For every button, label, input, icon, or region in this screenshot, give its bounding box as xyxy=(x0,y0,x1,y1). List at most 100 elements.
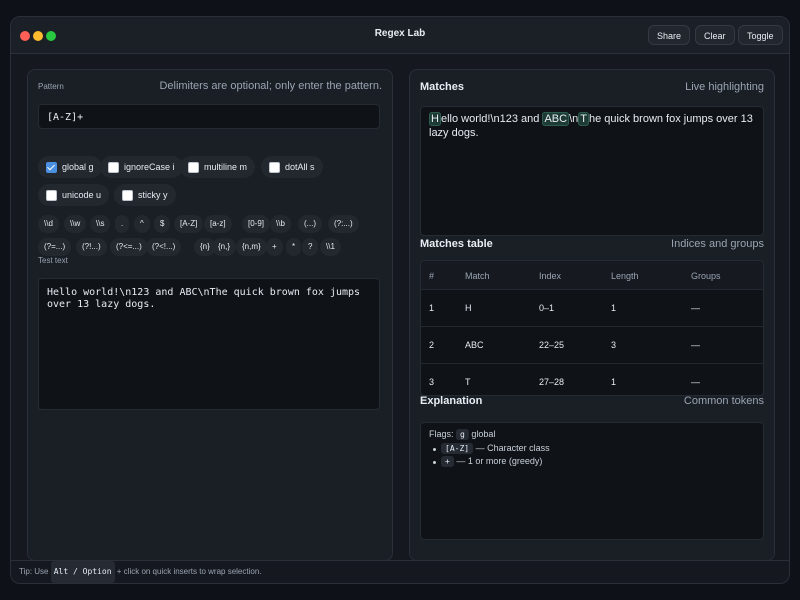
token-code: + xyxy=(441,456,454,467)
table-header-cell: Length xyxy=(611,271,639,281)
matches-table: # Match Index Length Groups 1 H 0–1 1 — 2 ABC 22–25 3… xyxy=(420,260,764,396)
table-cell: 1 xyxy=(611,303,617,313)
token-button[interactable]: (?=...) xyxy=(38,238,72,256)
pattern-label: Pattern xyxy=(38,82,64,91)
pattern-input[interactable]: [A-Z]+ xyxy=(38,104,380,129)
footer-prefix: Tip: Use xyxy=(19,567,49,576)
token-button[interactable]: \\b xyxy=(270,215,291,233)
table-cell: — xyxy=(691,303,700,313)
table-header-cell: Groups xyxy=(691,271,721,281)
token-button[interactable]: (?:...) xyxy=(328,215,359,233)
flag-chip-5[interactable]: sticky y xyxy=(114,184,176,206)
explanation-item: [A-Z] — Character class xyxy=(441,443,550,454)
table-cell: 27–28 xyxy=(539,377,565,387)
token-button[interactable]: (?<!...) xyxy=(146,238,182,256)
toggle-button[interactable]: Toggle xyxy=(738,25,783,45)
token-button[interactable]: (?!...) xyxy=(76,238,107,256)
flag-checkbox[interactable] xyxy=(108,162,119,173)
flag-checkbox[interactable] xyxy=(122,190,133,201)
flag-checkbox[interactable] xyxy=(46,162,57,173)
match-text: ello world!\n123 and xyxy=(440,113,543,125)
table-row: 2 ABC 22–25 3 — xyxy=(421,326,763,363)
token-button[interactable]: ? xyxy=(302,238,319,256)
table-header-cell: Match xyxy=(465,271,490,281)
footer-tip: Tip: Use Alt / Option + click on quick i… xyxy=(11,560,789,583)
table-cell: 0–1 xyxy=(539,303,555,313)
match-highlight: ABC xyxy=(542,112,570,126)
token-button[interactable]: [a-z] xyxy=(204,215,232,233)
token-button[interactable]: {n,} xyxy=(212,238,237,256)
flag-name: global xyxy=(471,429,496,439)
flag-chip-4[interactable]: unicode u xyxy=(38,184,110,206)
flag-chip-0[interactable]: global g xyxy=(38,156,102,178)
token-button[interactable]: \\d xyxy=(38,215,59,233)
table-header-cell: Index xyxy=(539,271,562,281)
table-row: 3 T 27–28 1 — xyxy=(421,363,763,395)
test-text-label: Test text xyxy=(38,256,68,265)
token-button[interactable]: (...) xyxy=(298,215,322,233)
token-button[interactable]: [A-Z] xyxy=(174,215,204,233)
footer-suffix: + click on quick inserts to wrap selecti… xyxy=(116,567,262,576)
table-cell: 1 xyxy=(429,303,435,313)
token-button[interactable]: + xyxy=(266,238,283,256)
table-cell: — xyxy=(691,377,700,387)
test-text-input[interactable]: Hello world!\n123 and ABC\nThe quick bro… xyxy=(38,278,380,410)
match-highlight: T xyxy=(578,112,590,126)
explanation-title: Explanation xyxy=(420,395,483,407)
token-button[interactable]: \\1 xyxy=(320,238,341,256)
token-button[interactable]: $ xyxy=(154,215,171,233)
flag-label: dotAll s xyxy=(285,162,315,172)
table-cell: H xyxy=(465,303,472,313)
table-row: 1 H 0–1 1 — xyxy=(421,289,763,326)
token-description: — Character class xyxy=(475,443,550,453)
token-button[interactable]: * xyxy=(286,238,302,256)
table-cell: 2 xyxy=(429,340,435,350)
table-cell: 1 xyxy=(611,377,617,387)
flag-checkbox[interactable] xyxy=(269,162,280,173)
matches-title: Matches xyxy=(420,81,465,93)
explanation-hint: Common tokens xyxy=(683,395,764,407)
token-button[interactable]: \\w xyxy=(64,215,87,233)
flags-line-label: Flags: xyxy=(429,429,454,439)
share-button[interactable]: Share xyxy=(648,25,691,45)
match-preview: Hello world!\n123 and ABC \n The quick bro… xyxy=(420,106,764,236)
token-button[interactable]: (?<=...) xyxy=(110,238,148,256)
match-highlight: H xyxy=(429,112,441,126)
matches-hint: Live highlighting xyxy=(685,81,764,93)
footer-key: Alt / Option xyxy=(50,561,115,583)
token-button[interactable]: {n,m} xyxy=(236,238,267,256)
flag-label: unicode u xyxy=(62,190,102,200)
flag-checkbox[interactable] xyxy=(46,190,57,201)
table-hint: Indices and groups xyxy=(671,238,764,250)
table-header-cell: # xyxy=(429,271,435,281)
table-cell: 3 xyxy=(429,377,435,387)
pattern-hint: Delimiters are optional; only enter the … xyxy=(159,80,382,92)
flag-chip-2[interactable]: multiline m xyxy=(180,156,256,178)
pattern-panel: Pattern Delimiters are optional; only en… xyxy=(27,69,393,561)
table-cell: T xyxy=(465,377,471,387)
flags-line: Flags: g global xyxy=(429,429,495,440)
match-text: \n xyxy=(569,113,579,125)
app-window: Regex Lab Share Clear Toggle Pattern Del… xyxy=(10,16,790,584)
token-button[interactable]: ^ xyxy=(134,215,150,233)
table-cell: ABC xyxy=(465,340,484,350)
table-cell: — xyxy=(691,340,700,350)
table-cell: 3 xyxy=(611,340,617,350)
flag-chip-1[interactable]: ignoreCase i xyxy=(100,156,183,178)
table-cell: 22–25 xyxy=(539,340,565,350)
token-code: [A-Z] xyxy=(441,443,474,454)
bullet-icon xyxy=(433,461,436,464)
flag-label: ignoreCase i xyxy=(124,162,175,172)
flag-label: sticky y xyxy=(138,190,168,200)
flag-checkbox[interactable] xyxy=(188,162,199,173)
token-button[interactable]: [0-9] xyxy=(242,215,271,233)
token-button[interactable]: . xyxy=(115,215,130,233)
clear-button[interactable]: Clear xyxy=(695,25,735,45)
titlebar: Regex Lab Share Clear Toggle xyxy=(11,17,789,54)
explanation-box: Flags: g global [A-Z] — Character class +… xyxy=(420,422,764,540)
flag-label: multiline m xyxy=(204,162,248,172)
token-description: — 1 or more (greedy) xyxy=(456,456,543,466)
token-button[interactable]: \\s xyxy=(90,215,111,233)
results-panel: Matches Live highlighting Hello world!\n… xyxy=(409,69,775,561)
flag-chip-3[interactable]: dotAll s xyxy=(261,156,323,178)
